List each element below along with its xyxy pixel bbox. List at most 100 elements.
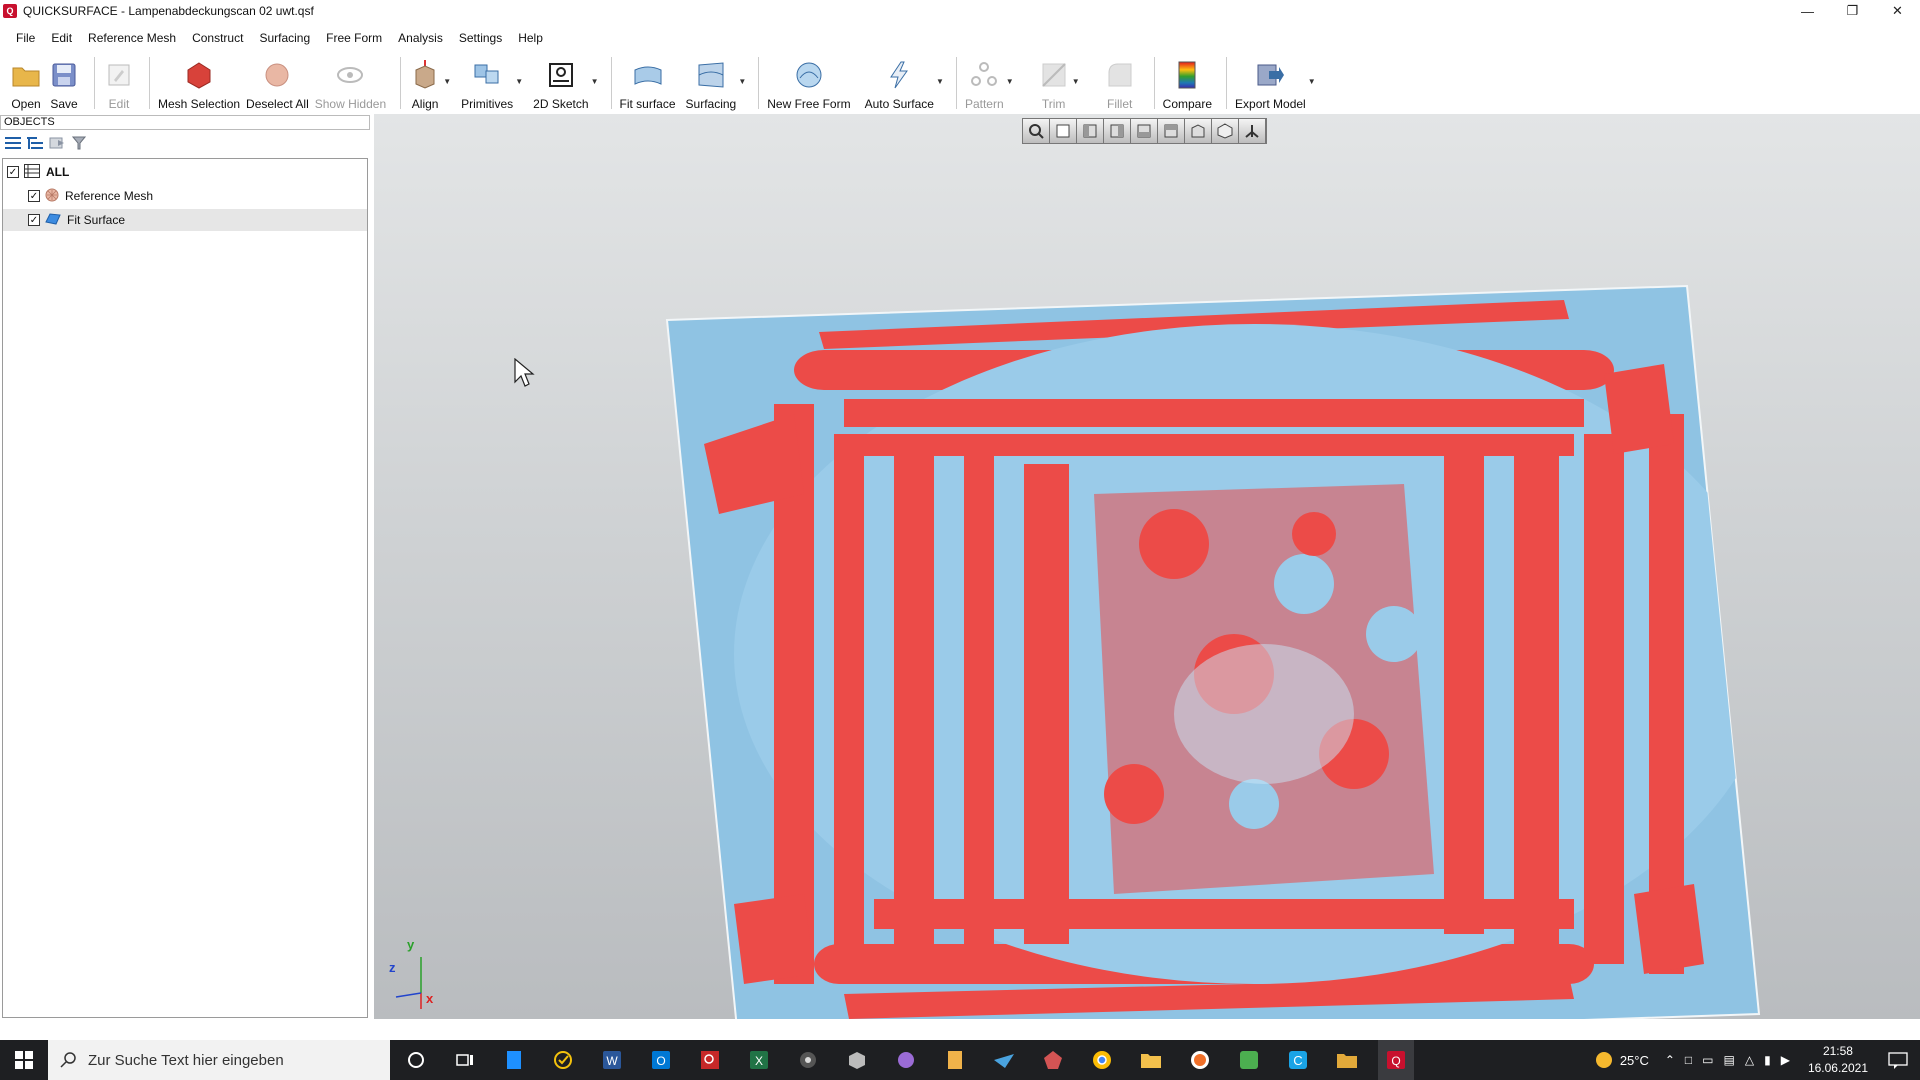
trim-button[interactable]: Trim ▼ [1038, 53, 1080, 111]
axis-z-label: z [389, 960, 396, 975]
close-icon[interactable]: ✕ [1875, 0, 1920, 22]
menu-surfacing[interactable]: Surfacing [259, 31, 310, 45]
plugin-app-icon[interactable] [937, 1040, 973, 1080]
eye-icon [334, 59, 366, 91]
primitives-button[interactable]: Primitives ▼ [461, 53, 523, 111]
3d-viewport[interactable]: y z x [374, 114, 1920, 1019]
task-view-icon[interactable] [447, 1040, 483, 1080]
restore-icon[interactable]: ❐ [1830, 0, 1875, 22]
reference-mesh-checkbox[interactable]: ✓ [28, 190, 40, 202]
show-hidden-button[interactable]: Show Hidden [315, 53, 386, 111]
outlook-app-icon[interactable]: O [643, 1040, 679, 1080]
windows-start-icon[interactable] [0, 1040, 48, 1080]
align-button[interactable]: Align ▼ [409, 53, 451, 111]
tree-item-all[interactable]: ✓ ALL [3, 161, 367, 183]
taskbar-search[interactable]: Zur Suche Text hier eingeben [48, 1040, 390, 1080]
system-tray: 25°C ⌃ □ ▭ ▤ △ ▮ ▶ 21:58 16.06.2021 [1594, 1040, 1920, 1080]
menu-help[interactable]: Help [518, 31, 543, 45]
weather-sun-icon[interactable] [1594, 1050, 1614, 1070]
deviation-surface-model [665, 284, 1761, 1019]
toolbar-separator [1153, 57, 1155, 109]
menu-free-form[interactable]: Free Form [326, 31, 382, 45]
auto-surface-dropdown-icon[interactable]: ▼ [936, 77, 944, 86]
clock-time: 21:58 [1822, 1044, 1853, 1058]
filter-icon[interactable] [70, 135, 88, 151]
geometry-app-icon[interactable] [1035, 1040, 1071, 1080]
notepad-app-icon[interactable] [496, 1040, 532, 1080]
tray-volume-icon[interactable]: ▶ [1781, 1053, 1790, 1067]
all-checkbox[interactable]: ✓ [7, 166, 19, 178]
save-button[interactable]: Save [48, 53, 80, 111]
all-list-icon [24, 163, 40, 181]
surfacing-dropdown-icon[interactable]: ▼ [738, 77, 746, 86]
objects-panel-toolbar [4, 135, 92, 151]
cube-app-icon[interactable] [839, 1040, 875, 1080]
surfacing-button[interactable]: Surfacing ▼ [686, 53, 746, 111]
axis-y-label: y [407, 937, 415, 952]
c-app-icon[interactable]: C [1280, 1040, 1316, 1080]
taskbar-apps: W O X C Q [398, 1040, 1427, 1080]
pattern-dropdown-icon[interactable]: ▼ [1006, 77, 1014, 86]
tree-item-label: Reference Mesh [65, 189, 154, 203]
quicksurface-taskbar-icon[interactable]: Q [1378, 1040, 1414, 1080]
scanner-app-icon[interactable] [790, 1040, 826, 1080]
tray-wifi-icon[interactable]: △ [1745, 1053, 1754, 1067]
weather-temperature[interactable]: 25°C [1620, 1053, 1649, 1068]
menu-edit[interactable]: Edit [51, 31, 72, 45]
notifications-icon[interactable] [1888, 1051, 1908, 1069]
tray-network-icon[interactable]: ▤ [1724, 1053, 1735, 1067]
sphere-app-icon[interactable] [888, 1040, 924, 1080]
minimize-icon[interactable]: — [1785, 0, 1830, 22]
fillet-button[interactable]: Fillet [1104, 53, 1136, 111]
tray-chevron-icon[interactable]: ⌃ [1665, 1053, 1675, 1067]
folder-app-icon[interactable] [1329, 1040, 1365, 1080]
check-app-icon[interactable] [545, 1040, 581, 1080]
taskbar-clock[interactable]: 21:58 16.06.2021 [1808, 1043, 1868, 1077]
show-objects-icon[interactable] [48, 135, 66, 151]
align-dropdown-icon[interactable]: ▼ [443, 77, 451, 86]
menu-analysis[interactable]: Analysis [398, 31, 443, 45]
list-view-icon[interactable] [4, 135, 22, 151]
auto-surface-button[interactable]: Auto Surface ▼ [865, 53, 944, 111]
menu-file[interactable]: File [16, 31, 35, 45]
chrome-app-icon[interactable] [1084, 1040, 1120, 1080]
axis-x-label: x [426, 991, 434, 1006]
tray-display-icon[interactable]: ▭ [1702, 1053, 1713, 1067]
tree-item-label: ALL [46, 165, 70, 179]
bird-app-icon[interactable] [986, 1040, 1022, 1080]
tree-view-icon[interactable] [26, 135, 44, 151]
free-form-icon [793, 59, 825, 91]
sketch2d-button[interactable]: 2D Sketch ▼ [533, 53, 599, 111]
search-app-icon[interactable] [692, 1040, 728, 1080]
edit-button[interactable]: Edit [103, 53, 135, 111]
orange-app-icon[interactable] [1182, 1040, 1218, 1080]
new-free-form-button[interactable]: New Free Form [767, 53, 851, 111]
menu-reference-mesh[interactable]: Reference Mesh [88, 31, 176, 45]
align-icon [409, 59, 441, 91]
fit-surface-button[interactable]: Fit surface [620, 53, 676, 111]
trim-dropdown-icon[interactable]: ▼ [1072, 77, 1080, 86]
tray-camera-icon[interactable]: □ [1685, 1053, 1692, 1067]
tree-item-fit-surface[interactable]: ✓ Fit Surface [3, 209, 367, 231]
menu-settings[interactable]: Settings [459, 31, 502, 45]
green-app-icon[interactable] [1231, 1040, 1267, 1080]
primitives-dropdown-icon[interactable]: ▼ [515, 77, 523, 86]
open-button[interactable]: Open [10, 53, 42, 111]
word-app-icon[interactable]: W [594, 1040, 630, 1080]
deselect-all-button[interactable]: Deselect All [246, 53, 309, 111]
sketch-dropdown-icon[interactable]: ▼ [591, 77, 599, 86]
fit-surface-checkbox[interactable]: ✓ [28, 214, 40, 226]
svg-text:O: O [656, 1054, 665, 1068]
cortana-icon[interactable] [398, 1040, 434, 1080]
deselect-icon [261, 59, 293, 91]
export-model-button[interactable]: Export Model ▼ [1235, 53, 1316, 111]
file-explorer-icon[interactable] [1133, 1040, 1169, 1080]
excel-app-icon[interactable]: X [741, 1040, 777, 1080]
menu-construct[interactable]: Construct [192, 31, 243, 45]
compare-button[interactable]: Compare [1163, 53, 1212, 111]
pattern-button[interactable]: Pattern ▼ [965, 53, 1014, 111]
export-dropdown-icon[interactable]: ▼ [1308, 77, 1316, 86]
mesh-selection-button[interactable]: Mesh Selection [158, 53, 240, 111]
tray-battery-icon[interactable]: ▮ [1764, 1053, 1771, 1067]
tree-item-reference-mesh[interactable]: ✓ Reference Mesh [3, 185, 367, 207]
